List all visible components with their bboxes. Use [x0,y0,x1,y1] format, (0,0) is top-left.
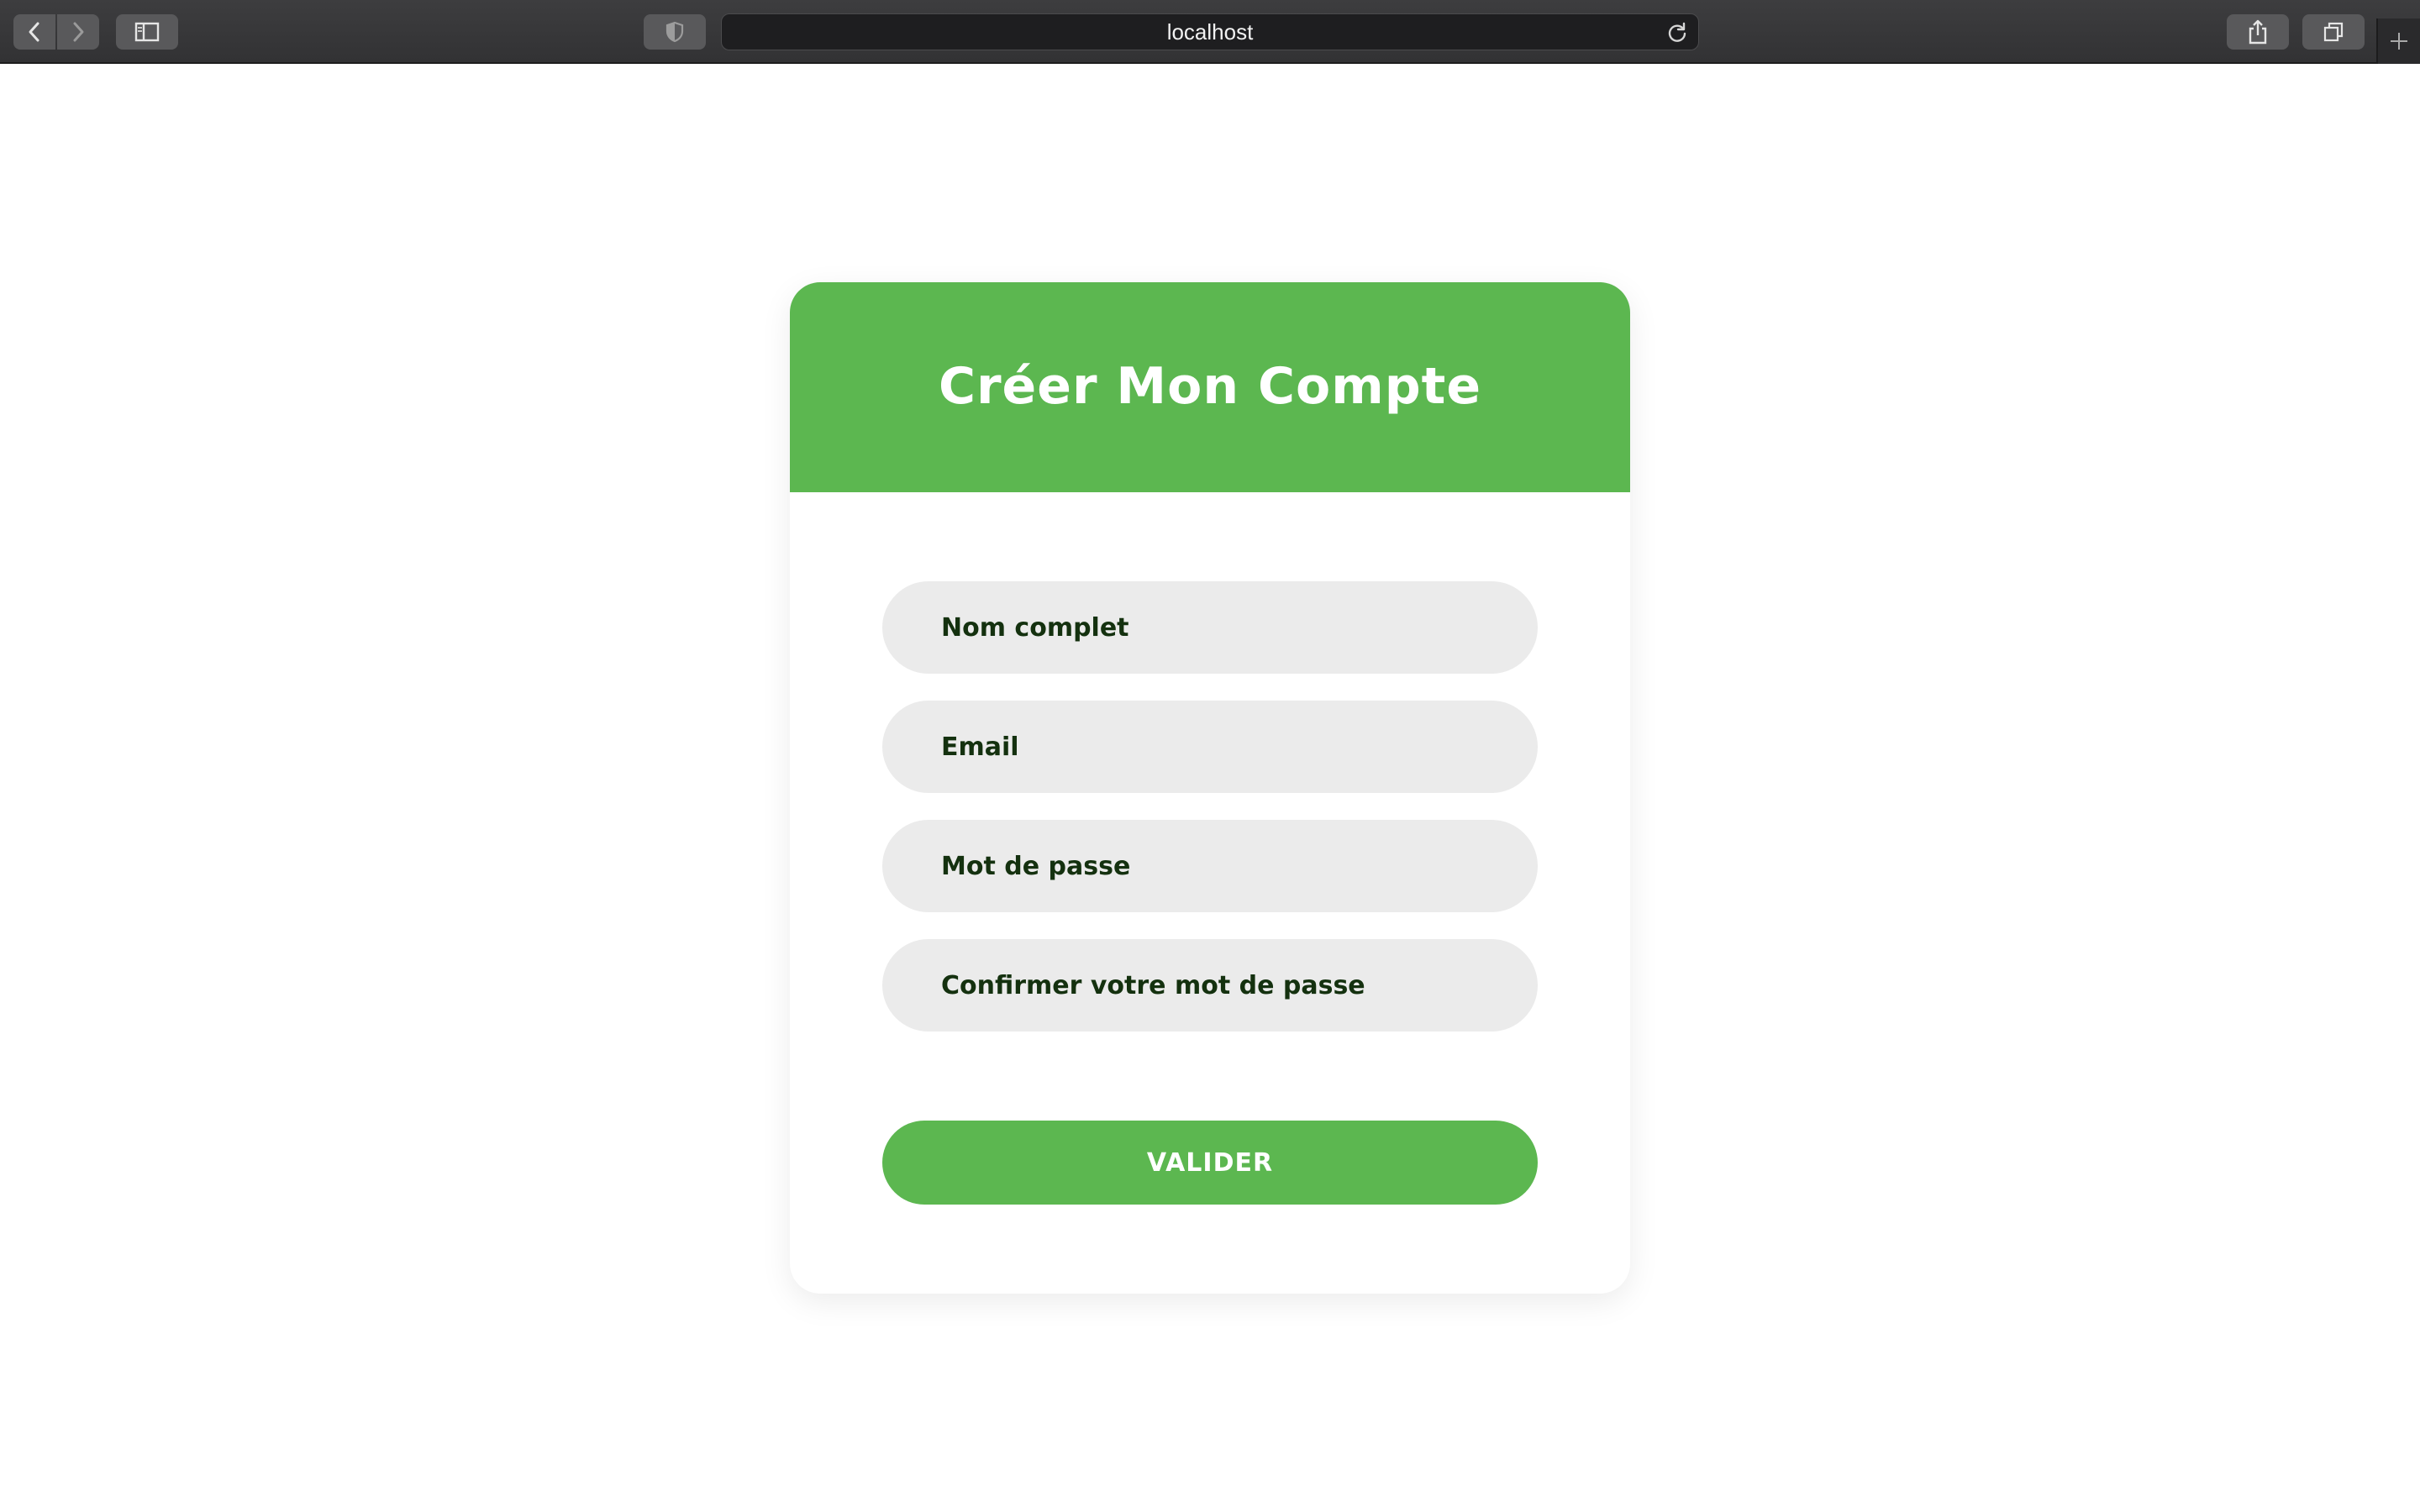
chevron-right-icon [73,22,84,42]
shield-icon [666,21,684,43]
tabs-overview-icon [2323,22,2344,42]
back-button[interactable] [13,14,55,50]
new-tab-button[interactable] [2376,18,2420,64]
tabs-overview-button[interactable] [2302,14,2365,50]
submit-button[interactable]: VALIDER [882,1121,1538,1205]
share-button[interactable] [2227,14,2289,50]
sidebar-icon [134,22,160,42]
share-icon [2249,19,2267,45]
page-title: Créer Mon Compte [938,357,1482,416]
full-name-input[interactable] [882,581,1538,674]
confirm-password-input[interactable] [882,939,1538,1032]
card-header: Créer Mon Compte [790,282,1630,492]
url-text: localhost [1166,18,1254,45]
plus-icon [2391,33,2407,50]
reload-icon[interactable] [1666,22,1688,44]
forward-button[interactable] [57,14,99,50]
sidebar-button[interactable] [116,14,178,50]
password-input[interactable] [882,820,1538,912]
privacy-report-button[interactable] [644,14,706,50]
signup-card: Créer Mon Compte VALIDER [790,282,1630,1294]
address-bar[interactable]: localhost [721,13,1699,50]
chevron-left-icon [29,22,39,42]
browser-toolbar: localhost [0,0,2420,64]
email-input[interactable] [882,701,1538,793]
